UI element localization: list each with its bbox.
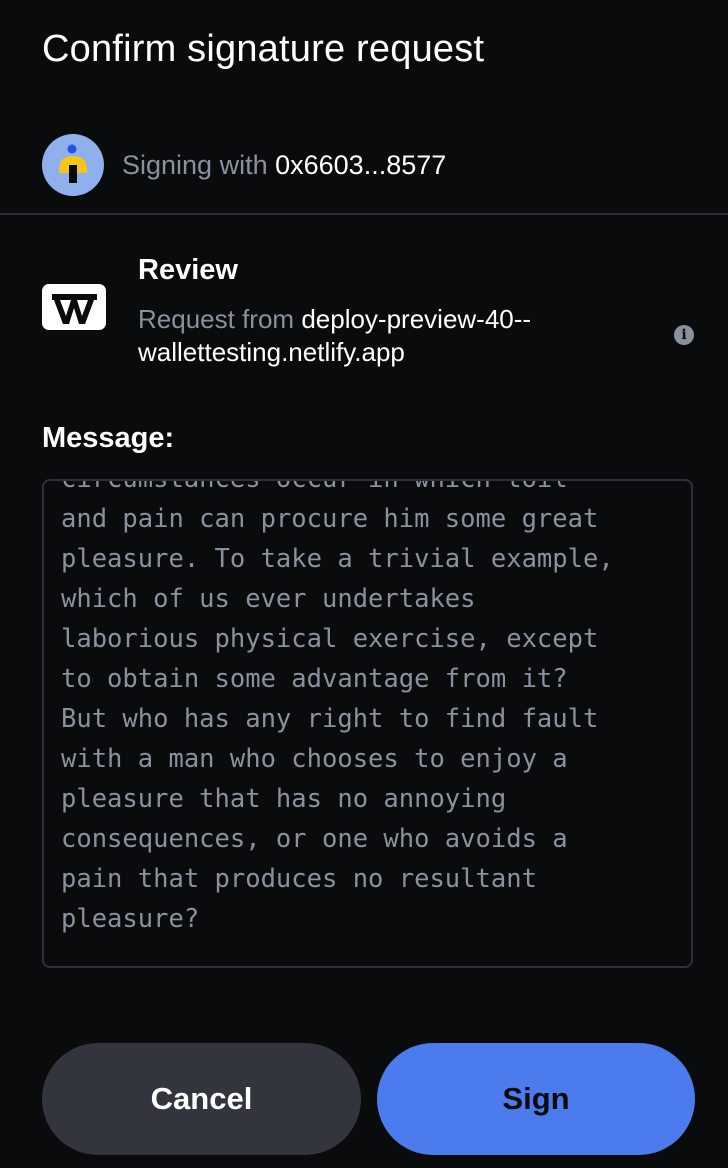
signer-prefix: Signing with <box>122 149 268 180</box>
signer-row: Signing with 0x6603...8577 <box>42 134 446 196</box>
section-divider <box>0 213 728 215</box>
signer-label: Signing with 0x6603...8577 <box>122 150 446 181</box>
cancel-button[interactable]: Cancel <box>42 1043 361 1155</box>
review-title: Review <box>138 254 238 286</box>
request-from-label: Request from <box>138 304 295 334</box>
sign-button[interactable]: Sign <box>377 1043 695 1155</box>
request-origin-line: Request from deploy-preview-40--wallette… <box>138 303 638 369</box>
page-title: Confirm signature request <box>42 28 485 70</box>
info-icon[interactable]: i <box>674 325 694 345</box>
message-label: Message: <box>42 422 175 454</box>
app-logo-icon <box>42 284 106 330</box>
person-avatar-icon <box>42 134 104 196</box>
signer-address: 0x6603...8577 <box>275 149 447 180</box>
message-scroll-area[interactable]: circumstances occur in which toil and pa… <box>42 479 693 968</box>
message-text: circumstances occur in which toil and pa… <box>61 479 614 934</box>
